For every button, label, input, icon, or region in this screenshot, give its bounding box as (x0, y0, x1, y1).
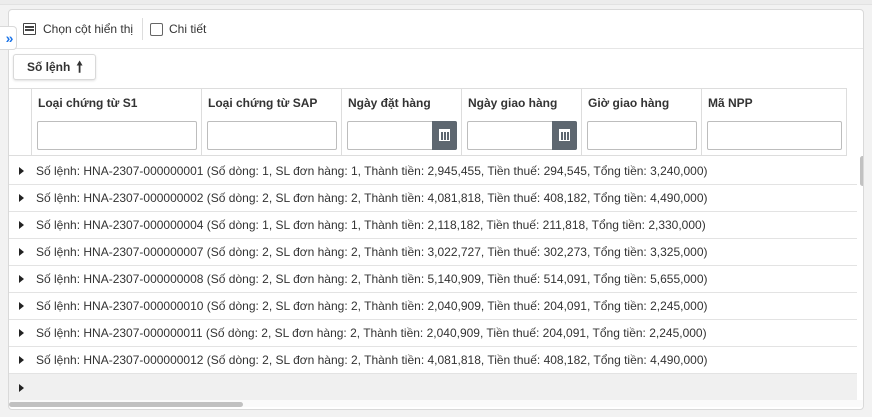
filter-cell-loai-chung-tu-sap (202, 116, 342, 156)
filter-input-loai-chung-tu-sap[interactable] (207, 121, 337, 150)
double-chevron-right-icon: » (5, 30, 14, 46)
filter-cell-ngay-dat-hang (342, 116, 462, 156)
group-row-summary: Số lệnh: HNA-2307-000000012 (Số dòng: 2,… (36, 353, 708, 367)
vertical-scrollbar[interactable] (860, 156, 863, 186)
group-row[interactable]: Số lệnh: HNA-2307-000000010 (Số dòng: 2,… (9, 293, 857, 320)
group-row-summary: Số lệnh: HNA-2307-000000007 (Số dòng: 2,… (36, 245, 708, 259)
data-grid: Loại chứng từ S1 Loại chứng từ SAP Ngày … (9, 88, 857, 402)
data-grid-panel: Chọn cột hiển thị Chi tiết Số lệnh 🠕 Loạ… (8, 9, 864, 410)
choose-columns-button[interactable]: Chọn cột hiển thị (23, 19, 133, 39)
column-chooser-icon (23, 23, 36, 35)
choose-columns-label: Chọn cột hiển thị (43, 22, 134, 36)
triangle-right-icon[interactable] (19, 194, 24, 202)
column-header-ma-npp[interactable]: Mã NPP (702, 88, 847, 116)
filter-cell-ma-npp (702, 116, 847, 156)
triangle-right-icon[interactable] (19, 302, 24, 310)
detail-checkbox[interactable] (150, 22, 163, 36)
group-row[interactable]: Số lệnh: HNA-2307-000000004 (Số dòng: 1,… (9, 212, 857, 239)
filter-cell-gio-giao-hang (582, 116, 702, 156)
arrow-up-icon[interactable]: 🠕 (76, 60, 82, 75)
header-expand-cell (9, 88, 32, 116)
column-header-loai-chung-tu-s1[interactable]: Loại chứng từ S1 (32, 88, 202, 116)
triangle-right-icon[interactable] (19, 167, 24, 175)
detail-toggle[interactable]: Chi tiết (150, 19, 206, 39)
filter-expand-cell (9, 116, 32, 156)
triangle-right-icon[interactable] (19, 221, 24, 229)
group-row[interactable]: Số lệnh: HNA-2307-000000002 (Số dòng: 2,… (9, 185, 857, 212)
filter-input-loai-chung-tu-s1[interactable] (37, 121, 197, 150)
detail-label: Chi tiết (169, 22, 207, 36)
filter-cell-loai-chung-tu-s1 (32, 116, 202, 156)
column-header-ngay-dat-hang[interactable]: Ngày đặt hàng (342, 88, 462, 116)
filter-cell-ngay-giao-hang (462, 116, 582, 156)
filter-row (9, 116, 847, 156)
calendar-icon (439, 128, 450, 141)
group-row-partial[interactable] (9, 374, 857, 402)
toolbar: Chọn cột hiển thị Chi tiết (9, 10, 863, 49)
group-row[interactable]: Số lệnh: HNA-2307-000000001 (Số dòng: 1,… (9, 158, 857, 185)
group-row-summary: Số lệnh: HNA-2307-000000002 (Số dòng: 2,… (36, 191, 708, 205)
calendar-button-ngay-giao-hang[interactable] (552, 121, 577, 150)
filter-input-gio-giao-hang[interactable] (587, 121, 697, 150)
group-rows: Số lệnh: HNA-2307-000000001 (Số dòng: 1,… (9, 158, 857, 402)
group-row-summary: Số lệnh: HNA-2307-000000008 (Số dòng: 2,… (36, 272, 708, 286)
toolbar-divider (142, 18, 143, 40)
horizontal-scrollbar[interactable] (9, 402, 243, 407)
calendar-icon (559, 128, 570, 141)
column-header-ngay-giao-hang[interactable]: Ngày giao hàng (462, 88, 582, 116)
group-row[interactable]: Số lệnh: HNA-2307-000000007 (Số dòng: 2,… (9, 239, 857, 266)
group-row-summary: Số lệnh: HNA-2307-000000010 (Số dòng: 2,… (36, 299, 708, 313)
triangle-right-icon[interactable] (19, 329, 24, 337)
group-chip-label: Số lệnh (27, 60, 71, 74)
triangle-right-icon[interactable] (19, 275, 24, 283)
group-row[interactable]: Số lệnh: HNA-2307-000000011 (Số dòng: 2,… (9, 320, 857, 347)
filter-input-ma-npp[interactable] (707, 121, 842, 150)
date-filter-ngay-giao-hang (467, 121, 577, 150)
group-row-summary: Số lệnh: HNA-2307-000000004 (Số dòng: 1,… (36, 218, 706, 232)
column-header-loai-chung-tu-sap[interactable]: Loại chứng từ SAP (202, 88, 342, 116)
column-header-gio-giao-hang[interactable]: Giờ giao hàng (582, 88, 702, 116)
calendar-button-ngay-dat-hang[interactable] (432, 121, 457, 150)
triangle-right-icon[interactable] (19, 248, 24, 256)
header-row: Loại chứng từ S1 Loại chứng từ SAP Ngày … (9, 88, 847, 116)
top-strip (0, 0, 872, 5)
group-panel: Số lệnh 🠕 (9, 48, 863, 86)
date-filter-ngay-dat-hang (347, 121, 457, 150)
group-chip-so-lenh[interactable]: Số lệnh 🠕 (13, 54, 96, 80)
group-row-summary: Số lệnh: HNA-2307-000000001 (Số dòng: 1,… (36, 164, 708, 178)
expand-panel-button[interactable]: » (0, 26, 17, 50)
triangle-right-icon[interactable] (19, 356, 24, 364)
group-row[interactable]: Số lệnh: HNA-2307-000000008 (Số dòng: 2,… (9, 266, 857, 293)
triangle-right-icon[interactable] (19, 384, 24, 392)
group-row[interactable]: Số lệnh: HNA-2307-000000012 (Số dòng: 2,… (9, 347, 857, 374)
group-row-summary: Số lệnh: HNA-2307-000000011 (Số dòng: 2,… (36, 326, 707, 340)
